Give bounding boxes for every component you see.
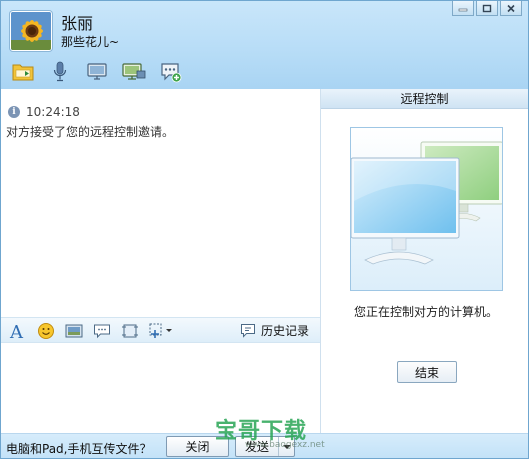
minimize-button[interactable] <box>452 1 474 16</box>
more-apps-icon[interactable] <box>158 59 184 85</box>
footer-bar: 电脑和Pad,手机互传文件？ 关闭 发送 <box>1 433 528 458</box>
more-tools-icon[interactable] <box>148 321 174 341</box>
window-header: 张丽 那些花儿~ <box>1 1 528 89</box>
system-message: 对方接受了您的远程控制邀请。 <box>6 125 175 139</box>
info-icon: i <box>8 106 20 118</box>
minimize-icon <box>458 8 468 12</box>
close-window-button[interactable] <box>500 1 522 16</box>
message-area[interactable]: i 10:24:18 对方接受了您的远程控制邀请。 <box>1 89 320 317</box>
avatar[interactable] <box>10 11 52 51</box>
message-meta: i 10:24:18 <box>8 105 80 119</box>
maximize-icon <box>482 4 492 12</box>
chevron-down-icon <box>282 444 291 449</box>
contact-signature: 那些花儿~ <box>61 35 120 49</box>
remote-desktop-icon[interactable] <box>121 59 147 85</box>
chat-window: 张丽 那些花儿~ i 10:24:18 对方接受了您的远程控制邀请。 A 历史记… <box>0 0 529 459</box>
send-button[interactable]: 发送 <box>235 436 295 457</box>
folder-icon[interactable] <box>10 59 36 85</box>
format-toolbar: A 历史记录 <box>1 317 320 343</box>
close-icon <box>507 4 515 12</box>
font-icon[interactable]: A <box>7 321 27 341</box>
message-input[interactable] <box>1 343 320 433</box>
message-time: 10:24:18 <box>26 105 80 119</box>
panel-title: 远程控制 <box>321 89 528 109</box>
screenshot-icon[interactable] <box>120 321 140 341</box>
remote-status-text: 您正在控制对方的计算机。 <box>354 305 499 319</box>
send-options-dropdown[interactable] <box>278 437 294 456</box>
history-icon <box>240 324 255 338</box>
mic-icon[interactable] <box>47 59 73 85</box>
window-controls <box>450 1 522 17</box>
end-remote-button[interactable]: 结束 <box>397 361 457 383</box>
history-button[interactable]: 历史记录 <box>240 322 309 339</box>
send-label: 发送 <box>244 440 269 454</box>
history-label: 历史记录 <box>260 324 309 338</box>
remote-control-panel: 远程控制 您正在控制对方的计算机。 结束 <box>320 89 528 433</box>
emoji-icon[interactable] <box>36 321 56 341</box>
action-toolbar <box>10 59 195 85</box>
svg-text:A: A <box>9 322 24 340</box>
contact-name: 张丽 <box>61 14 94 33</box>
chat-bubble-icon[interactable] <box>92 321 112 341</box>
close-button[interactable]: 关闭 <box>166 436 229 457</box>
screen-icon[interactable] <box>84 59 110 85</box>
remote-monitors-illustration <box>350 127 504 291</box>
maximize-button[interactable] <box>476 1 498 16</box>
image-icon[interactable] <box>64 321 84 341</box>
file-transfer-link[interactable]: 电脑和Pad,手机互传文件？ <box>6 440 151 457</box>
